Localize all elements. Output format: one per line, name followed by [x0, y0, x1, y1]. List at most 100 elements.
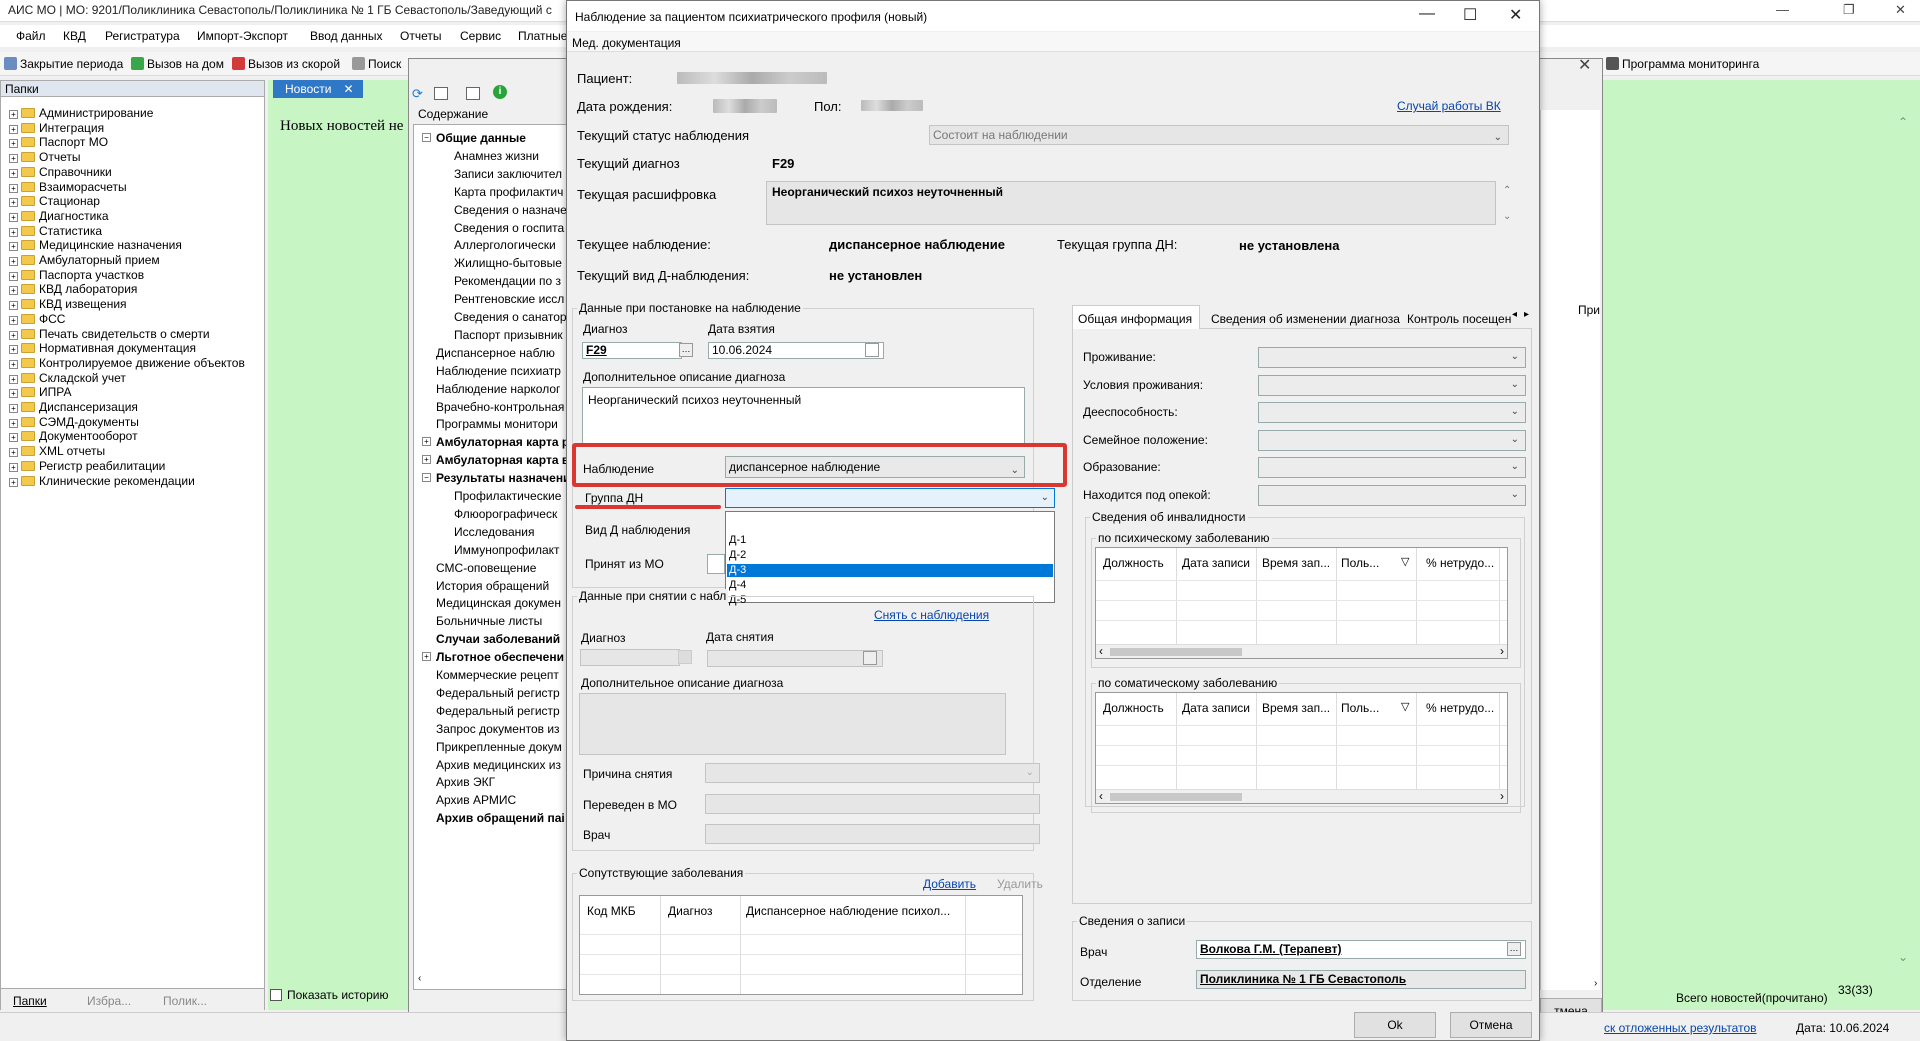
expand-icon[interactable]: +: [422, 437, 431, 447]
reg-extra-textarea[interactable]: Неорганический психоз неуточненный: [582, 387, 1025, 445]
tab-scroll-left-icon[interactable]: ◂: [1512, 309, 1517, 320]
contents-item[interactable]: − Результаты назначени: [422, 469, 567, 487]
expand-icon[interactable]: −: [422, 473, 431, 483]
contents-item[interactable]: Анамнез жизни: [454, 147, 539, 165]
menu-paid[interactable]: Платные: [518, 29, 567, 43]
vk-case-link[interactable]: Случай работы ВК: [1397, 99, 1501, 113]
expand-icon[interactable]: +: [9, 110, 18, 119]
menu-import-export[interactable]: Импорт-Экспорт: [197, 29, 288, 43]
contents-item[interactable]: Карта профилактич: [454, 183, 563, 201]
expand-icon[interactable]: +: [9, 124, 18, 134]
general-field-select[interactable]: ⌄: [1258, 374, 1526, 396]
expand-icon[interactable]: +: [9, 477, 18, 487]
record-doctor-input[interactable]: Волкова Г.М. (Терапевт): [1196, 940, 1526, 959]
menu-med-docs[interactable]: Мед. документация: [572, 36, 681, 50]
tab-polyclinic[interactable]: Полик...: [163, 994, 207, 1008]
record-dept-input[interactable]: Поликлиника № 1 ГБ Севастополь: [1196, 970, 1526, 989]
expand-icon[interactable]: +: [9, 154, 18, 164]
menu-reports[interactable]: Отчеты: [400, 29, 441, 43]
contents-item[interactable]: Флюорографическ: [454, 505, 557, 523]
expand-icon[interactable]: +: [9, 242, 18, 252]
general-field-select[interactable]: ⌄: [1258, 457, 1526, 478]
contents-item[interactable]: Наблюдение психиатр: [436, 362, 561, 380]
contents-item[interactable]: История обращений: [436, 577, 549, 595]
general-field-select[interactable]: ⌄: [1258, 402, 1526, 423]
monitoring-button[interactable]: Программа мониторинга: [1606, 57, 1759, 71]
contents-item[interactable]: Архив обращений паі: [436, 809, 565, 827]
expand-icon[interactable]: +: [9, 330, 18, 340]
group-option[interactable]: Д-1: [727, 534, 1053, 547]
tab-scroll-right-icon[interactable]: ▸: [1524, 309, 1529, 320]
contents-item[interactable]: + Амбулаторная карта р: [422, 433, 567, 451]
contents-item[interactable]: − Общие данные: [422, 129, 526, 147]
cancel-button[interactable]: Отмена: [1450, 1012, 1532, 1038]
expand-icon[interactable]: +: [422, 652, 431, 662]
group-option[interactable]: Д-4: [727, 579, 1053, 592]
expand-icon[interactable]: +: [9, 315, 18, 325]
contents-item[interactable]: Паспорт призывник: [454, 326, 563, 344]
ellipsis-icon[interactable]: …: [679, 343, 693, 357]
expand-icon[interactable]: +: [9, 212, 18, 222]
scrollbar-thumb[interactable]: [1110, 793, 1242, 801]
group-option[interactable]: Д-3: [727, 564, 1053, 577]
ambulance-call-button[interactable]: Вызов из скорой: [232, 57, 340, 71]
refresh-icon[interactable]: ⟳: [412, 86, 423, 102]
reg-diag-input[interactable]: F29: [582, 342, 682, 359]
contents-item[interactable]: Записи заключител: [454, 165, 562, 183]
menu-service[interactable]: Сервис: [460, 29, 501, 43]
contents-item[interactable]: Коммерческие рецепт: [436, 666, 559, 684]
reg-date-input[interactable]: 10.06.2024: [708, 342, 884, 359]
contents-item[interactable]: Профилактические: [454, 487, 561, 505]
remove-observation-link[interactable]: Снять с наблюдения: [874, 608, 989, 622]
contents-item[interactable]: Рекомендации по з: [454, 272, 561, 290]
close-icon[interactable]: ✕: [1895, 2, 1906, 18]
maximize-icon[interactable]: ☐: [1463, 5, 1477, 25]
contents-item[interactable]: Сведения о санатор: [454, 308, 567, 326]
contents-item[interactable]: Наблюдение нарколог: [436, 380, 560, 398]
tab-visit-control[interactable]: Контроль посещен: [1407, 312, 1511, 326]
expand-icon[interactable]: +: [9, 359, 18, 369]
close-period-button[interactable]: Закрытие периода: [4, 57, 123, 71]
expand-icon[interactable]: +: [9, 418, 18, 428]
ok-button[interactable]: Ok: [1354, 1012, 1436, 1038]
document-icon[interactable]: [434, 87, 448, 100]
menu-kvd[interactable]: КВД: [63, 29, 86, 43]
group-option[interactable]: Д-2: [727, 549, 1053, 562]
contents-item[interactable]: Исследования: [454, 523, 534, 541]
contents-item[interactable]: Жилищно-бытовые: [454, 254, 562, 272]
calendar-icon[interactable]: [865, 343, 879, 357]
contents-item[interactable]: Иммунопрофилакт: [454, 541, 560, 559]
menu-file[interactable]: Файл: [16, 29, 46, 43]
close-icon[interactable]: ✕: [343, 82, 353, 96]
expand-icon[interactable]: +: [9, 257, 18, 266]
expand-icon[interactable]: +: [9, 404, 18, 413]
expand-icon[interactable]: +: [9, 183, 18, 193]
contents-item[interactable]: Случаи заболеваний: [436, 630, 560, 648]
contents-item[interactable]: Диспансерное наблю: [436, 344, 555, 362]
expand-icon[interactable]: +: [9, 462, 18, 472]
contents-item[interactable]: Сведения о назначе: [454, 201, 567, 219]
filter-icon[interactable]: ▽: [1401, 700, 1409, 713]
menu-data-input[interactable]: Ввод данных: [310, 29, 383, 43]
menu-registry[interactable]: Регистратура: [105, 29, 180, 43]
contents-item[interactable]: Медицинская докумен: [436, 594, 561, 612]
expand-icon[interactable]: +: [9, 227, 18, 237]
contents-item[interactable]: Программы монитори: [436, 415, 558, 433]
ellipsis-icon[interactable]: …: [1507, 942, 1521, 956]
expand-icon[interactable]: +: [9, 271, 18, 281]
contents-item[interactable]: Аллергологически: [454, 236, 556, 254]
scroll-right-icon[interactable]: ›: [1500, 644, 1504, 658]
contents-item[interactable]: Больничные листы: [436, 612, 542, 630]
home-call-button[interactable]: Вызов на дом: [131, 57, 224, 71]
general-field-select[interactable]: ⌄: [1258, 347, 1526, 368]
expand-icon[interactable]: +: [9, 433, 18, 443]
tab-general[interactable]: Общая информация: [1078, 312, 1192, 326]
tab-favorites[interactable]: Избра...: [87, 994, 131, 1008]
search-button[interactable]: Поиск: [352, 57, 401, 71]
expand-icon[interactable]: +: [9, 374, 18, 384]
tab-diag-changes[interactable]: Сведения об изменении диагноза: [1211, 312, 1400, 326]
minimize-icon[interactable]: —: [1419, 5, 1435, 23]
minimize-icon[interactable]: —: [1776, 2, 1789, 17]
contents-item[interactable]: Архив медицинских из: [436, 756, 561, 774]
somatic-disability-grid[interactable]: Должность Дата записи Время зап... Поль...%…: [1095, 692, 1508, 804]
